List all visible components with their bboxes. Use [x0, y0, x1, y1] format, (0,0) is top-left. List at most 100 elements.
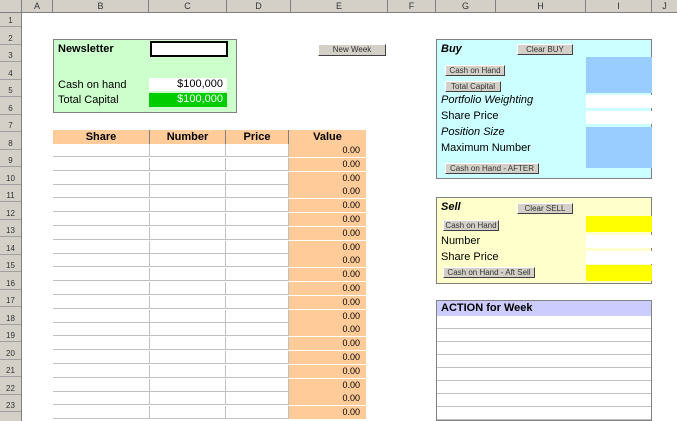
table-cell[interactable] [53, 199, 150, 213]
new-week-button[interactable]: New Week [318, 44, 386, 56]
action-line[interactable] [437, 316, 651, 329]
table-cell[interactable] [226, 337, 289, 351]
share-price-cell[interactable] [586, 111, 652, 124]
action-line[interactable] [437, 368, 651, 381]
table-cell[interactable] [226, 240, 289, 254]
row-header[interactable]: 1 [0, 15, 21, 27]
column-header[interactable]: F [388, 0, 436, 13]
action-line[interactable] [437, 407, 651, 420]
table-cell[interactable] [53, 323, 150, 337]
table-cell[interactable] [226, 254, 289, 268]
buy-total-capital-button[interactable]: Total Capital [445, 81, 501, 92]
table-cell[interactable] [53, 364, 150, 378]
table-cell[interactable] [150, 157, 226, 171]
row-header[interactable]: 17 [0, 295, 21, 307]
action-line[interactable] [437, 342, 651, 355]
value-cell[interactable]: 0.00 [289, 309, 366, 323]
corner-cell[interactable] [0, 0, 22, 13]
value-cell[interactable]: 0.00 [289, 144, 366, 157]
table-cell[interactable] [226, 295, 289, 309]
sell-cash-on-hand-button[interactable]: Cash on Hand [443, 220, 499, 231]
action-line[interactable] [437, 394, 651, 407]
column-header[interactable]: A [22, 0, 53, 13]
buy-blue-cell[interactable] [586, 57, 652, 93]
table-cell[interactable] [226, 364, 289, 378]
sell-number-cell[interactable] [586, 235, 652, 248]
table-cell[interactable] [53, 268, 150, 282]
column-header[interactable]: I [586, 0, 652, 13]
table-cell[interactable] [226, 392, 289, 406]
newsletter-input[interactable] [150, 41, 228, 57]
row-header[interactable]: 20 [0, 348, 21, 360]
value-cell[interactable]: 0.00 [289, 378, 366, 392]
value-cell[interactable]: 0.00 [289, 226, 366, 240]
action-line[interactable] [437, 355, 651, 368]
action-line[interactable] [437, 329, 651, 342]
table-cell[interactable] [53, 240, 150, 254]
total-capital-value[interactable]: $100,000 [149, 93, 227, 107]
table-cell[interactable] [226, 351, 289, 364]
table-cell[interactable] [150, 406, 226, 420]
row-header[interactable]: 15 [0, 260, 21, 272]
table-cell[interactable] [226, 144, 289, 157]
row-header[interactable]: 7 [0, 120, 21, 132]
table-cell[interactable] [226, 199, 289, 213]
cash-on-hand-value[interactable]: $100,000 [149, 78, 227, 91]
row-header[interactable]: 9 [0, 155, 21, 167]
clear-sell-button[interactable]: Clear SELL [517, 203, 573, 214]
table-cell[interactable] [150, 378, 226, 392]
row-header[interactable]: 14 [0, 243, 21, 255]
buy-cash-after-button[interactable]: Cash on Hand - AFTER [445, 163, 539, 174]
value-cell[interactable]: 0.00 [289, 392, 366, 406]
row-header[interactable]: 13 [0, 225, 21, 237]
table-cell[interactable] [53, 144, 150, 157]
row-header[interactable]: 21 [0, 365, 21, 377]
table-cell[interactable] [150, 295, 226, 309]
column-header[interactable]: H [496, 0, 586, 13]
table-cell[interactable] [150, 323, 226, 337]
row-header[interactable]: 12 [0, 208, 21, 220]
value-cell[interactable]: 0.00 [289, 254, 366, 268]
value-cell[interactable]: 0.00 [289, 364, 366, 378]
row-header[interactable]: 6 [0, 103, 21, 115]
table-cell[interactable] [53, 406, 150, 420]
value-cell[interactable]: 0.00 [289, 199, 366, 213]
row-header[interactable]: 3 [0, 50, 21, 62]
table-cell[interactable] [150, 254, 226, 268]
table-cell[interactable] [53, 309, 150, 323]
table-cell[interactable] [150, 282, 226, 295]
value-cell[interactable]: 0.00 [289, 406, 366, 420]
clear-buy-button[interactable]: Clear BUY [517, 44, 573, 55]
value-cell[interactable]: 0.00 [289, 282, 366, 295]
table-cell[interactable] [150, 185, 226, 199]
table-cell[interactable] [226, 282, 289, 295]
table-cell[interactable] [53, 226, 150, 240]
table-cell[interactable] [150, 392, 226, 406]
table-cell[interactable] [226, 171, 289, 185]
table-cell[interactable] [226, 323, 289, 337]
table-cell[interactable] [53, 295, 150, 309]
value-cell[interactable]: 0.00 [289, 240, 366, 254]
table-cell[interactable] [150, 213, 226, 226]
table-cell[interactable] [150, 171, 226, 185]
position-size-cell[interactable] [586, 127, 652, 168]
table-cell[interactable] [226, 157, 289, 171]
table-cell[interactable] [226, 406, 289, 420]
row-header[interactable]: 23 [0, 400, 21, 412]
row-header[interactable]: 18 [0, 313, 21, 325]
table-cell[interactable] [226, 226, 289, 240]
value-cell[interactable]: 0.00 [289, 337, 366, 351]
table-cell[interactable] [150, 337, 226, 351]
value-cell[interactable]: 0.00 [289, 295, 366, 309]
table-cell[interactable] [53, 171, 150, 185]
row-header[interactable]: 22 [0, 383, 21, 395]
row-header[interactable]: 11 [0, 190, 21, 202]
column-header[interactable]: D [227, 0, 291, 13]
portfolio-weighting-cell[interactable] [586, 95, 652, 108]
table-cell[interactable] [150, 309, 226, 323]
value-cell[interactable]: 0.00 [289, 213, 366, 226]
value-cell[interactable]: 0.00 [289, 268, 366, 282]
table-cell[interactable] [53, 213, 150, 226]
value-cell[interactable]: 0.00 [289, 323, 366, 337]
value-cell[interactable]: 0.00 [289, 185, 366, 199]
